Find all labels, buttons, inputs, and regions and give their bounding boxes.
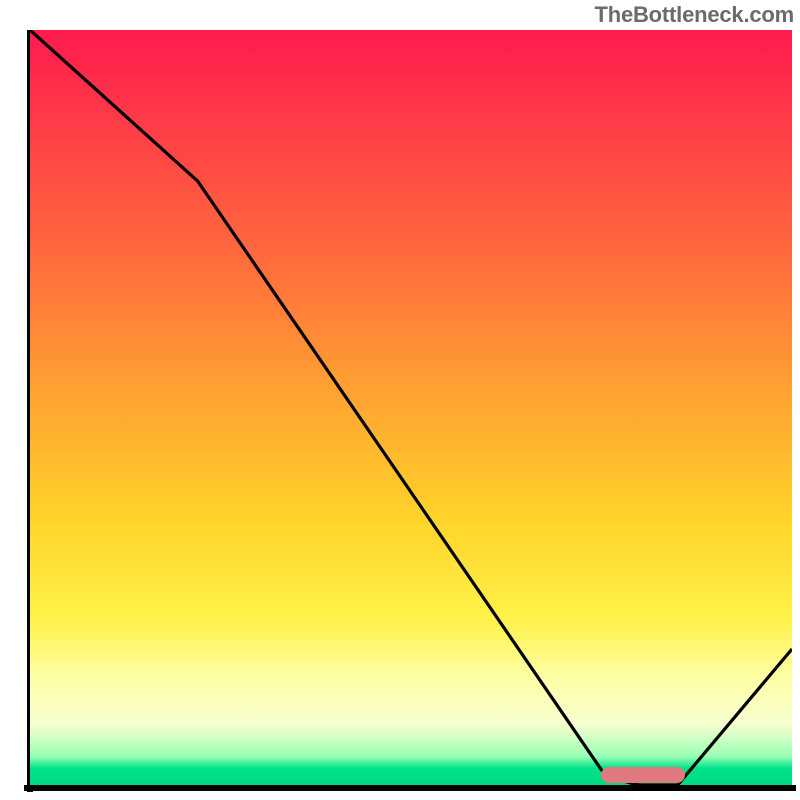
watermark-text: TheBottleneck.com (594, 2, 794, 28)
chart-canvas: TheBottleneck.com (0, 0, 800, 800)
plot-area (30, 30, 792, 785)
optimal-range-marker (601, 767, 685, 783)
bottleneck-curve (30, 30, 792, 785)
